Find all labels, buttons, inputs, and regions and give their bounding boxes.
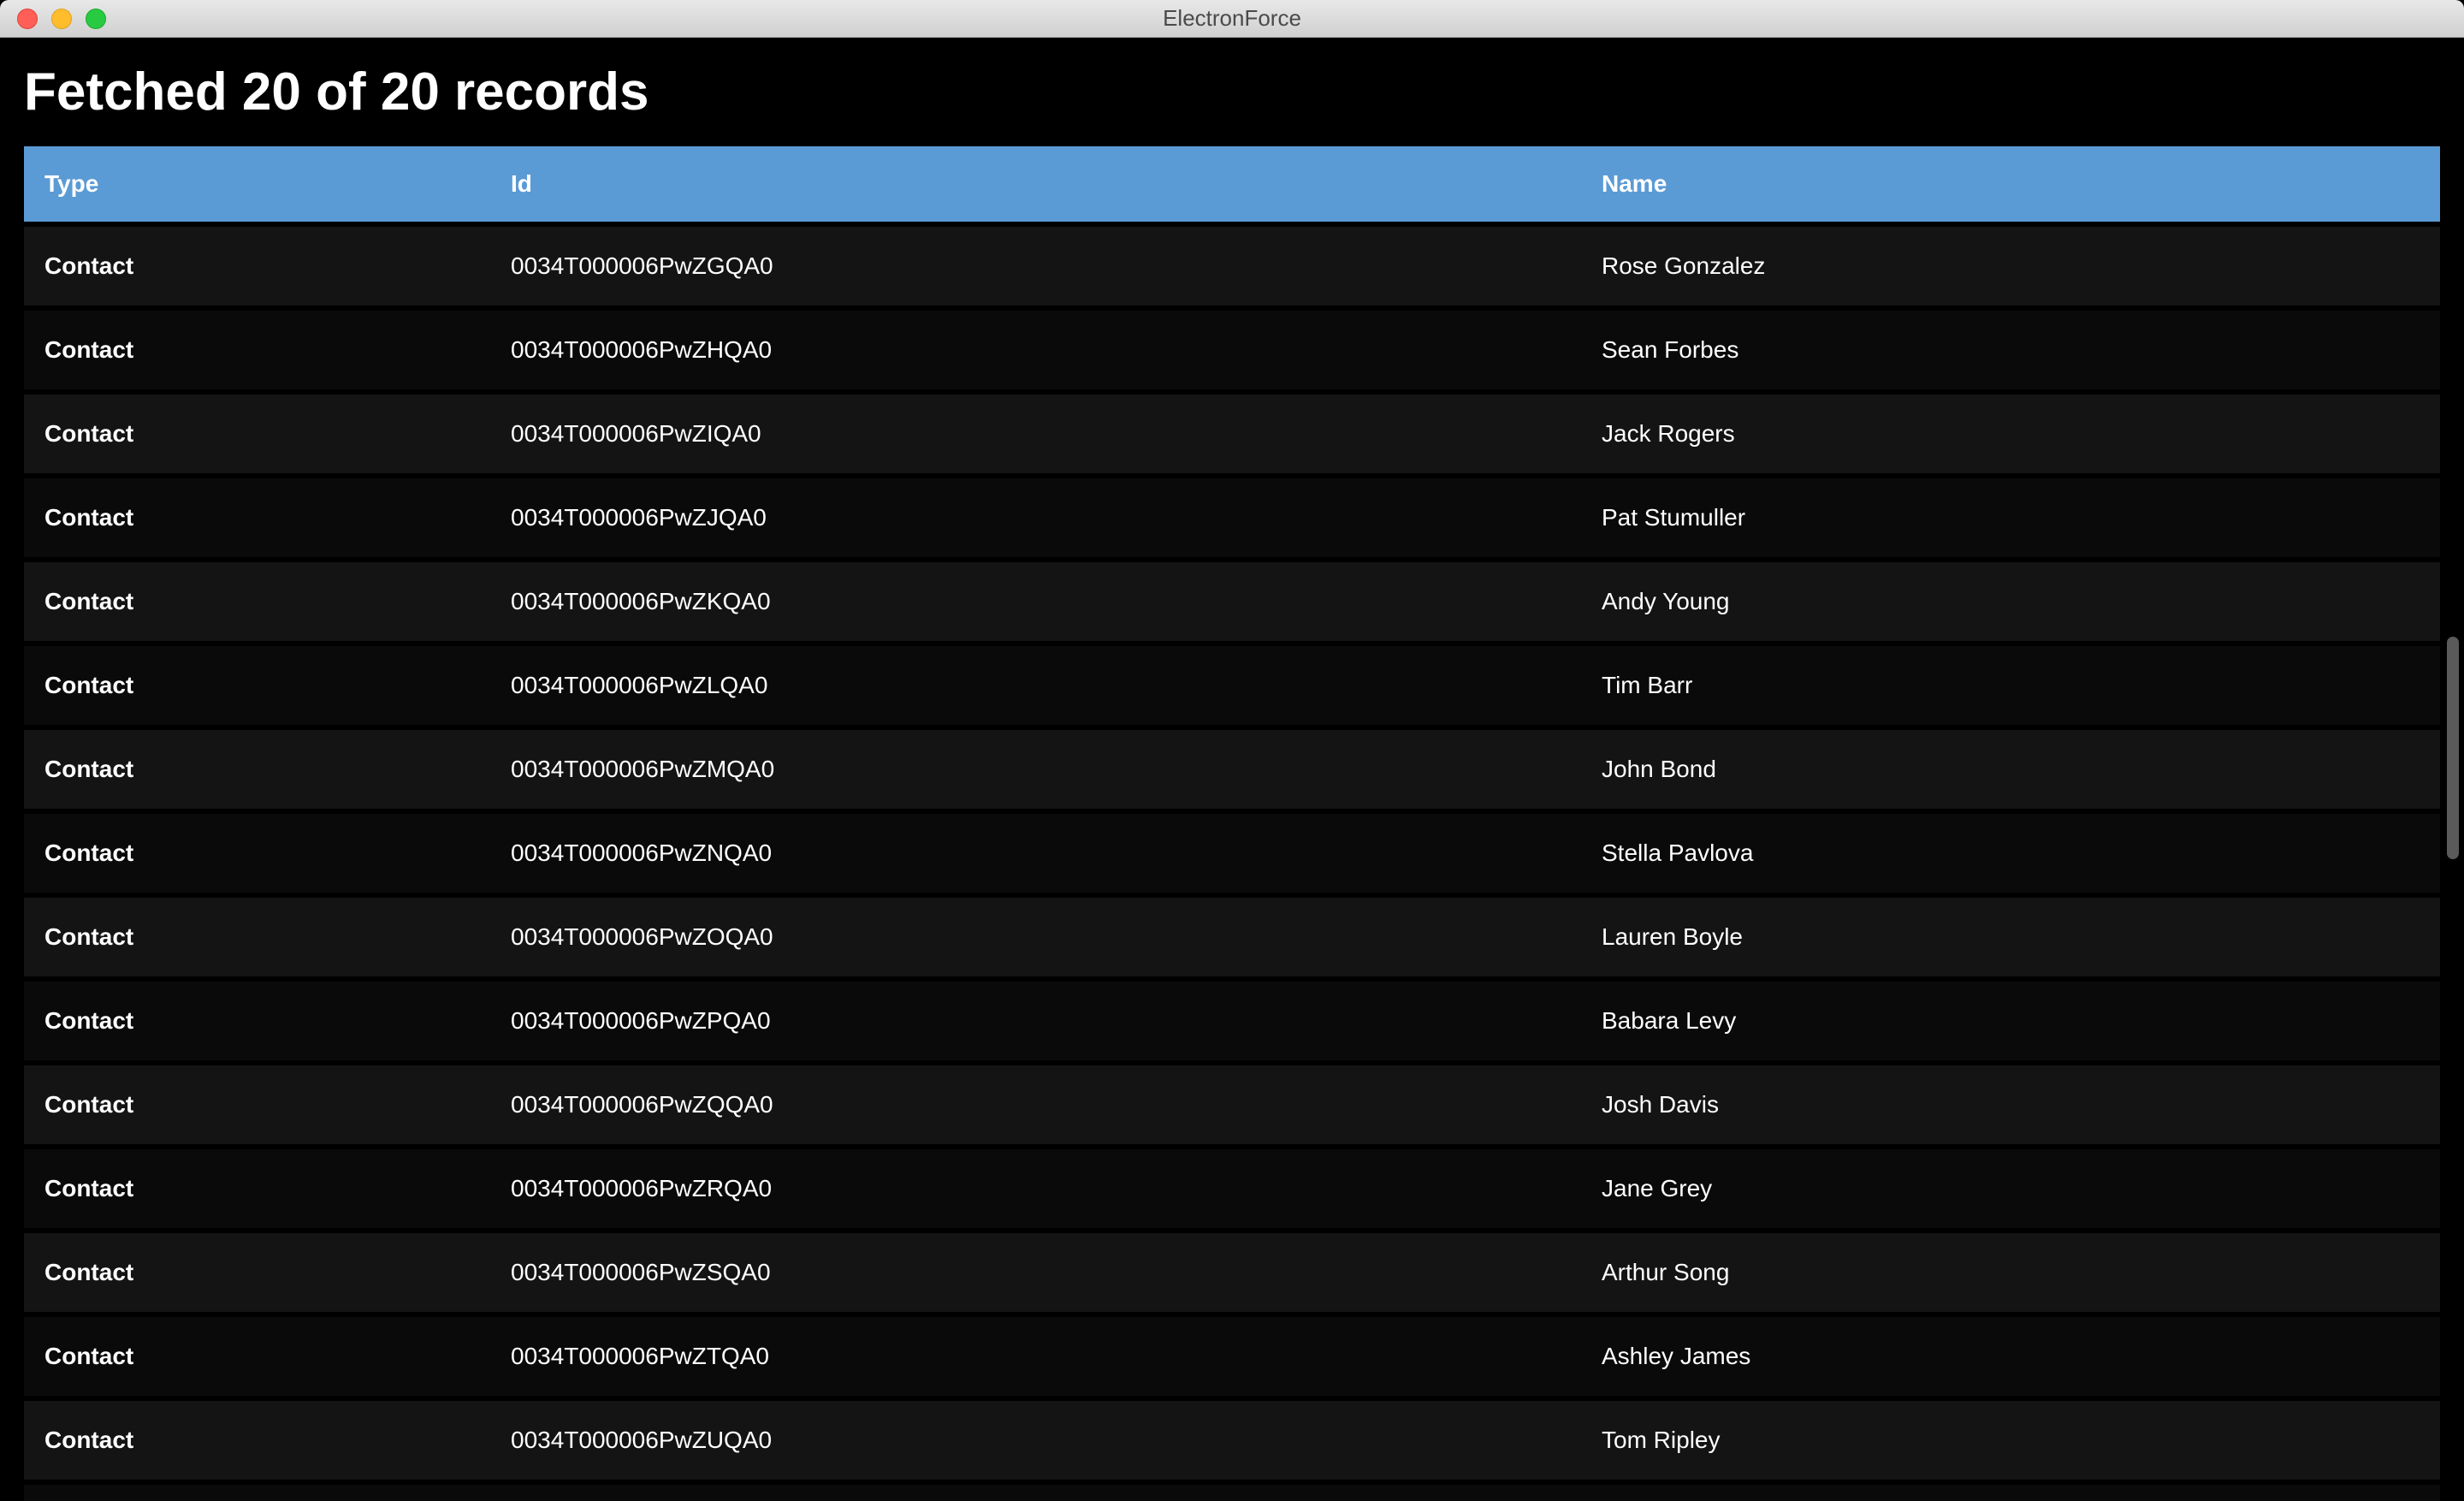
- cell-name: Andy Young: [1581, 557, 2440, 641]
- cell-id: 0034T000006PwZVQA0: [490, 1480, 1581, 1501]
- cell-type: Contact: [24, 557, 490, 641]
- table-row[interactable]: Contact0034T000006PwZNQA0Stella Pavlova: [24, 809, 2440, 893]
- cell-id: 0034T000006PwZMQA0: [490, 725, 1581, 809]
- cell-type: Contact: [24, 641, 490, 725]
- content-area: Fetched 20 of 20 records Type Id Name Co…: [0, 38, 2464, 1501]
- table-row[interactable]: Contact0034T000006PwZKQA0Andy Young: [24, 557, 2440, 641]
- cell-id: 0034T000006PwZTQA0: [490, 1312, 1581, 1396]
- table-header-row: Type Id Name: [24, 146, 2440, 222]
- minimize-button[interactable]: [51, 9, 72, 29]
- cell-type: Contact: [24, 222, 490, 306]
- cell-name: Tom Ripley: [1581, 1396, 2440, 1480]
- cell-id: 0034T000006PwZQQA0: [490, 1060, 1581, 1144]
- table-row[interactable]: Contact0034T000006PwZGQA0Rose Gonzalez: [24, 222, 2440, 306]
- table-row[interactable]: Contact0034T000006PwZVQA0Liz D'Cruz: [24, 1480, 2440, 1501]
- table-row[interactable]: Contact0034T000006PwZIQA0Jack Rogers: [24, 389, 2440, 473]
- table-row[interactable]: Contact0034T000006PwZUQA0Tom Ripley: [24, 1396, 2440, 1480]
- cell-id: 0034T000006PwZSQA0: [490, 1228, 1581, 1312]
- app-window: ElectronForce Fetched 20 of 20 records T…: [0, 0, 2464, 1501]
- cell-type: Contact: [24, 1480, 490, 1501]
- records-table: Type Id Name Contact0034T000006PwZGQA0Ro…: [24, 146, 2440, 1501]
- table-row[interactable]: Contact0034T000006PwZJQA0Pat Stumuller: [24, 473, 2440, 557]
- close-button[interactable]: [17, 9, 38, 29]
- table-row[interactable]: Contact0034T000006PwZSQA0Arthur Song: [24, 1228, 2440, 1312]
- window-title: ElectronForce: [0, 5, 2464, 32]
- cell-id: 0034T000006PwZJQA0: [490, 473, 1581, 557]
- cell-name: Sean Forbes: [1581, 306, 2440, 389]
- cell-id: 0034T000006PwZIQA0: [490, 389, 1581, 473]
- table-row[interactable]: Contact0034T000006PwZQQA0Josh Davis: [24, 1060, 2440, 1144]
- cell-type: Contact: [24, 725, 490, 809]
- cell-id: 0034T000006PwZGQA0: [490, 222, 1581, 306]
- table-header: Type Id Name: [24, 146, 2440, 222]
- table-row[interactable]: Contact0034T000006PwZTQA0Ashley James: [24, 1312, 2440, 1396]
- cell-name: Stella Pavlova: [1581, 809, 2440, 893]
- cell-name: Rose Gonzalez: [1581, 222, 2440, 306]
- cell-type: Contact: [24, 389, 490, 473]
- cell-name: Pat Stumuller: [1581, 473, 2440, 557]
- cell-type: Contact: [24, 1060, 490, 1144]
- titlebar: ElectronForce: [0, 0, 2464, 38]
- table-row[interactable]: Contact0034T000006PwZRQA0Jane Grey: [24, 1144, 2440, 1228]
- table-row[interactable]: Contact0034T000006PwZOQA0Lauren Boyle: [24, 893, 2440, 976]
- cell-id: 0034T000006PwZPQA0: [490, 976, 1581, 1060]
- table-row[interactable]: Contact0034T000006PwZLQA0Tim Barr: [24, 641, 2440, 725]
- scrollbar-thumb[interactable]: [2447, 637, 2459, 859]
- cell-type: Contact: [24, 893, 490, 976]
- maximize-button[interactable]: [86, 9, 106, 29]
- cell-id: 0034T000006PwZKQA0: [490, 557, 1581, 641]
- cell-type: Contact: [24, 1228, 490, 1312]
- column-header-type[interactable]: Type: [24, 146, 490, 222]
- cell-name: John Bond: [1581, 725, 2440, 809]
- table-row[interactable]: Contact0034T000006PwZMQA0John Bond: [24, 725, 2440, 809]
- column-header-name[interactable]: Name: [1581, 146, 2440, 222]
- cell-id: 0034T000006PwZHQA0: [490, 306, 1581, 389]
- cell-name: Babara Levy: [1581, 976, 2440, 1060]
- cell-name: Tim Barr: [1581, 641, 2440, 725]
- cell-type: Contact: [24, 1144, 490, 1228]
- cell-id: 0034T000006PwZOQA0: [490, 893, 1581, 976]
- cell-id: 0034T000006PwZRQA0: [490, 1144, 1581, 1228]
- cell-name: Ashley James: [1581, 1312, 2440, 1396]
- cell-type: Contact: [24, 473, 490, 557]
- page-title: Fetched 20 of 20 records: [24, 62, 2440, 122]
- table-row[interactable]: Contact0034T000006PwZHQA0Sean Forbes: [24, 306, 2440, 389]
- table-row[interactable]: Contact0034T000006PwZPQA0Babara Levy: [24, 976, 2440, 1060]
- cell-id: 0034T000006PwZLQA0: [490, 641, 1581, 725]
- table-body: Contact0034T000006PwZGQA0Rose GonzalezCo…: [24, 222, 2440, 1501]
- cell-type: Contact: [24, 306, 490, 389]
- cell-name: Jack Rogers: [1581, 389, 2440, 473]
- cell-type: Contact: [24, 809, 490, 893]
- cell-name: Lauren Boyle: [1581, 893, 2440, 976]
- cell-name: Arthur Song: [1581, 1228, 2440, 1312]
- column-header-id[interactable]: Id: [490, 146, 1581, 222]
- cell-id: 0034T000006PwZUQA0: [490, 1396, 1581, 1480]
- traffic-lights: [17, 9, 106, 29]
- cell-type: Contact: [24, 1312, 490, 1396]
- cell-name: Liz D'Cruz: [1581, 1480, 2440, 1501]
- cell-type: Contact: [24, 976, 490, 1060]
- cell-name: Jane Grey: [1581, 1144, 2440, 1228]
- cell-name: Josh Davis: [1581, 1060, 2440, 1144]
- cell-id: 0034T000006PwZNQA0: [490, 809, 1581, 893]
- cell-type: Contact: [24, 1396, 490, 1480]
